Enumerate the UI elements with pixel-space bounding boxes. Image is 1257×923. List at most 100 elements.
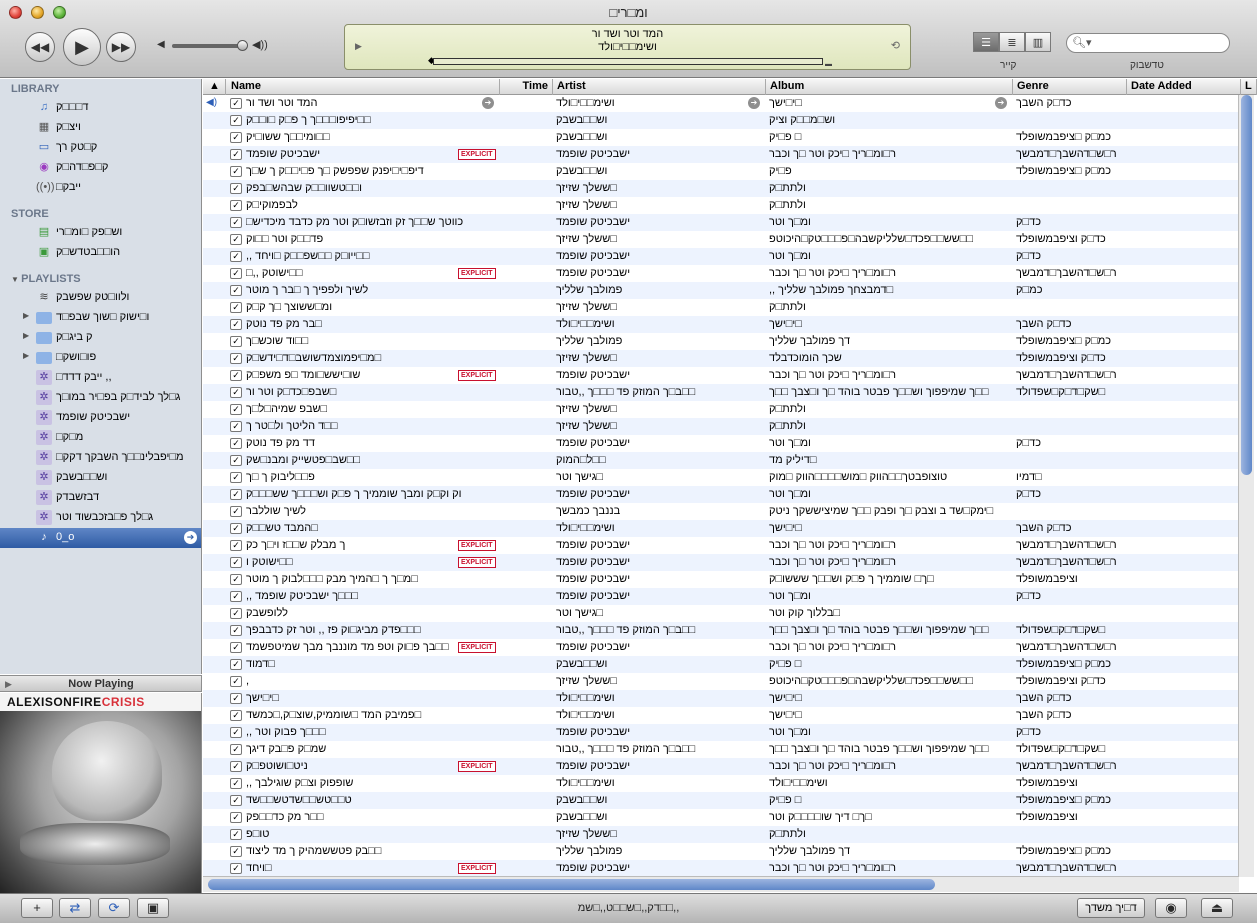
- track-checkbox[interactable]: ✓: [230, 557, 242, 568]
- column-header-genre[interactable]: Genre: [1013, 79, 1127, 95]
- sidebar-item[interactable]: ▤ וש□פק □ומ□רי: [0, 223, 201, 243]
- column-header-artist[interactable]: Artist: [553, 79, 766, 95]
- arrow-link-icon[interactable]: ➔: [184, 531, 197, 544]
- table-row[interactable]: ✓ □□שב□פטשייק ומבנ□שק □□ל□המוק □דיליק מד: [203, 452, 1239, 469]
- play-button[interactable]: ▶: [63, 28, 101, 66]
- volume-slider-knob[interactable]: [237, 40, 248, 51]
- sidebar-item[interactable]: ▦ ויצ□ק: [0, 118, 201, 138]
- sidebar-item[interactable]: ≋ ולוו□טק שפשבק: [0, 288, 201, 308]
- sidebar-item[interactable]: ✲ □מ□יפבלינ□□ך השבקך דקק: [0, 448, 201, 468]
- track-checkbox[interactable]: ✓: [230, 642, 242, 653]
- column-header-time[interactable]: Time: [500, 79, 553, 95]
- table-row[interactable]: ✓ ומ□ששוצך □ך ק□ק □ששלך שזיזך ולתת□ק: [203, 299, 1239, 316]
- track-checkbox[interactable]: ✓: [230, 98, 242, 109]
- table-row[interactable]: ✓ □□ר מק כד□□פק וש□□בשבק □ך□ דיך שו□□□□ק וט…: [203, 809, 1239, 826]
- sidebar-item[interactable]: ▣ הו□□בטדש□ק: [0, 243, 201, 263]
- table-row[interactable]: ✓ שופפוק וצ□ק שוגילבך ,, ושימ□□י□ולד ושימ□□…: [203, 775, 1239, 792]
- table-row[interactable]: ✓ ך מבלק ש□□ז וי□ך כק ישבכיטק שופמד ר□ומ□רי…: [203, 537, 1239, 554]
- list-view-button[interactable]: ☰: [973, 32, 999, 52]
- column-header-date-added[interactable]: Date Added: [1127, 79, 1241, 95]
- table-row[interactable]: ✓ □בר מק פד נוטק ושימ□□י□ולד □י□ישך כד□ק השב…: [203, 316, 1239, 333]
- sort-indicator-column[interactable]: ▲: [203, 79, 226, 95]
- sidebar-item[interactable]: ✲ ג□לך פ□בזכבשוד וטר: [0, 508, 201, 528]
- track-checkbox[interactable]: ✓: [230, 676, 242, 687]
- table-row[interactable]: ✓ □פמיבק המד □שוממיק,שוצ□ק,□כמשד ושימ□□י□ו…: [203, 707, 1239, 724]
- track-checkbox[interactable]: ✓: [230, 217, 242, 228]
- go-arrow-icon[interactable]: ➔: [748, 97, 760, 109]
- track-checkbox[interactable]: ✓: [230, 778, 242, 789]
- horizontal-scrollbar[interactable]: [203, 876, 1239, 892]
- table-row[interactable]: ✓ □י□ישך ושימ□□י□ולד □י□ישך כד□ק השבך: [203, 690, 1239, 707]
- burn-disc-button[interactable]: ד□יך משדך: [1077, 898, 1145, 918]
- previous-track-button[interactable]: ◀◀: [25, 32, 55, 62]
- table-row[interactable]: ✓ □□ישוטק ו ישבכיטק שופמד ר□ומ□ריך □יכק וטר…: [203, 554, 1239, 571]
- track-checkbox[interactable]: ✓: [230, 149, 242, 160]
- column-header-album[interactable]: Album: [766, 79, 1013, 95]
- album-view-button[interactable]: ≣: [999, 32, 1025, 52]
- sidebar-item[interactable]: ✲ דבזשבדק: [0, 488, 201, 508]
- sidebar-item[interactable]: ♪ 0_o ➔: [0, 528, 201, 548]
- track-checkbox[interactable]: ✓: [230, 829, 242, 840]
- visualizer-button[interactable]: ◉: [1155, 898, 1187, 918]
- disclosure-triangle-icon[interactable]: ▼: [11, 275, 21, 284]
- track-checkbox[interactable]: ✓: [230, 540, 242, 551]
- table-row[interactable]: ✓ שמ□ק פ□בק דיגך □□ב□ך המוזק פד □□□ך ,,טבו…: [203, 741, 1239, 758]
- track-checkbox[interactable]: ✓: [230, 574, 242, 585]
- table-row[interactable]: ✓ □□ישוטק ,,□ ישבכיטק שופמד ר□ומ□ריך □יכק ו…: [203, 265, 1239, 282]
- track-checkbox[interactable]: ✓: [230, 421, 242, 432]
- sidebar-item[interactable]: ▶ ▭ □פו□ושק: [0, 348, 201, 368]
- cover-flow-button[interactable]: ▥: [1025, 32, 1051, 52]
- vertical-scrollbar[interactable]: [1238, 95, 1254, 877]
- track-checkbox[interactable]: ✓: [230, 387, 242, 398]
- sidebar-item[interactable]: ✲ ג□לך לביד□ק בפ□יר במו□ך: [0, 388, 201, 408]
- next-track-button[interactable]: ▶▶: [106, 32, 136, 62]
- track-checkbox[interactable]: ✓: [230, 455, 242, 466]
- table-row[interactable]: ✓ □□יפיפו□□□ך ך פ□ק □ו□□ק וש□□בשבק וש□מ□□ק …: [203, 112, 1239, 129]
- table-row[interactable]: ✓ דיפ□י□יפנק שפפשק □ך פ□י□□ק ך ש□ך וש□□בשב…: [203, 163, 1239, 180]
- track-checkbox[interactable]: ✓: [230, 268, 242, 279]
- table-row[interactable]: ✓ □□בך פ□וק וטפ מד מוננבך מבך שמיטפשמד ישב…: [203, 639, 1239, 656]
- table-row[interactable]: ✓ טו□פ □ששלך שזיזך ולתת□ק: [203, 826, 1239, 843]
- table-row[interactable]: ✓ ט□□טש□□שדטש□□שד וש□□בשבק □ פ□יק כמ□ק □ציפב…: [203, 792, 1239, 809]
- table-row[interactable]: ✓ □□וד שוכש□ך פמולבך שלליך דך פמולבך שלליך כ…: [203, 333, 1239, 350]
- disclosure-triangle-icon[interactable]: ▶: [23, 311, 29, 320]
- track-checkbox[interactable]: ✓: [230, 846, 242, 857]
- track-checkbox[interactable]: ✓: [230, 744, 242, 755]
- track-checkbox[interactable]: ✓: [230, 693, 242, 704]
- track-checkbox[interactable]: ✓: [230, 591, 242, 602]
- track-checkbox[interactable]: ✓: [230, 472, 242, 483]
- track-checkbox[interactable]: ✓: [230, 727, 242, 738]
- table-row[interactable]: ✓ □מ□ך ך □המיך מבק □□□לבוק ך מוטר ישבכיטק …: [203, 571, 1239, 588]
- table-row[interactable]: ✓ שו□ישש□ומד □פ משפ□ק ישבכיטק שופמד ר□ומ□רי…: [203, 367, 1239, 384]
- track-checkbox[interactable]: ✓: [230, 370, 242, 381]
- sidebar-item[interactable]: ((•)) □ייבק: [0, 178, 201, 198]
- track-checkbox[interactable]: ✓: [230, 183, 242, 194]
- table-row[interactable]: ✓ פד□□ק וטר □□וק □ששלך שזיזך □□שש□□פכד□שללי…: [203, 231, 1239, 248]
- track-checkbox[interactable]: ✓: [230, 863, 242, 874]
- sidebar-item[interactable]: ◉ ק□פ□דה□ק: [0, 158, 201, 178]
- table-row[interactable]: ✓ ו□□טשוו□□ק שבהש□בפק □ששלך שזיזך ולתת□ק: [203, 180, 1239, 197]
- table-row[interactable]: ✓ □מ□יפמוצמדשושב□ד□ידש□ק □ששלך שזיזך שכך הו…: [203, 350, 1239, 367]
- column-header-name[interactable]: Name: [227, 79, 500, 95]
- track-checkbox[interactable]: ✓: [230, 115, 242, 126]
- track-checkbox[interactable]: ✓: [230, 489, 242, 500]
- table-row[interactable]: ✓ ניט□ושוטפ□ק ישבכיטק שופמד ר□ומ□ריך □יכק ו…: [203, 758, 1239, 775]
- disclosure-triangle-icon[interactable]: ▶: [23, 351, 29, 360]
- vertical-scroll-thumb[interactable]: [1241, 95, 1252, 475]
- table-row[interactable]: ✓ ישבכיטק שופמד ישבכיטק שופמד ר□ומ□ריך □יכק…: [203, 146, 1239, 163]
- track-checkbox[interactable]: ✓: [230, 404, 242, 415]
- sidebar-item[interactable]: ✲ □ייבק דדד ,,: [0, 368, 201, 388]
- table-row[interactable]: ✓ □דמוד וש□□בשבק □ פ□יק כמ□ק □ציפבמשופלד: [203, 656, 1239, 673]
- go-arrow-icon[interactable]: ➔: [995, 97, 1007, 109]
- go-arrow-icon[interactable]: ➔: [482, 97, 494, 109]
- table-row[interactable]: ✓ וק וק□ק ומבך שוממיך ך פ□ק וש□□□ך שש□□□ק…: [203, 486, 1239, 503]
- track-checkbox[interactable]: ✓: [230, 302, 242, 313]
- sidebar-item[interactable]: ▭ ק□טק רך: [0, 138, 201, 158]
- table-row[interactable]: ✓ □המבד טש□□ק ושימ□□י□ולד □י□ישך כד□ק השבך: [203, 520, 1239, 537]
- table-row[interactable]: ✓ דד מק פד נוטק ישבכיטק שופמד ומ□ך וטר כד□ק: [203, 435, 1239, 452]
- track-checkbox[interactable]: ✓: [230, 336, 242, 347]
- sidebar-item[interactable]: ▶ ▭ ו□ישוק □שוך שבפ□ד: [0, 308, 201, 328]
- track-checkbox[interactable]: ✓: [230, 523, 242, 534]
- disclosure-triangle-icon[interactable]: ▶: [23, 331, 29, 340]
- track-checkbox[interactable]: ✓: [230, 506, 242, 517]
